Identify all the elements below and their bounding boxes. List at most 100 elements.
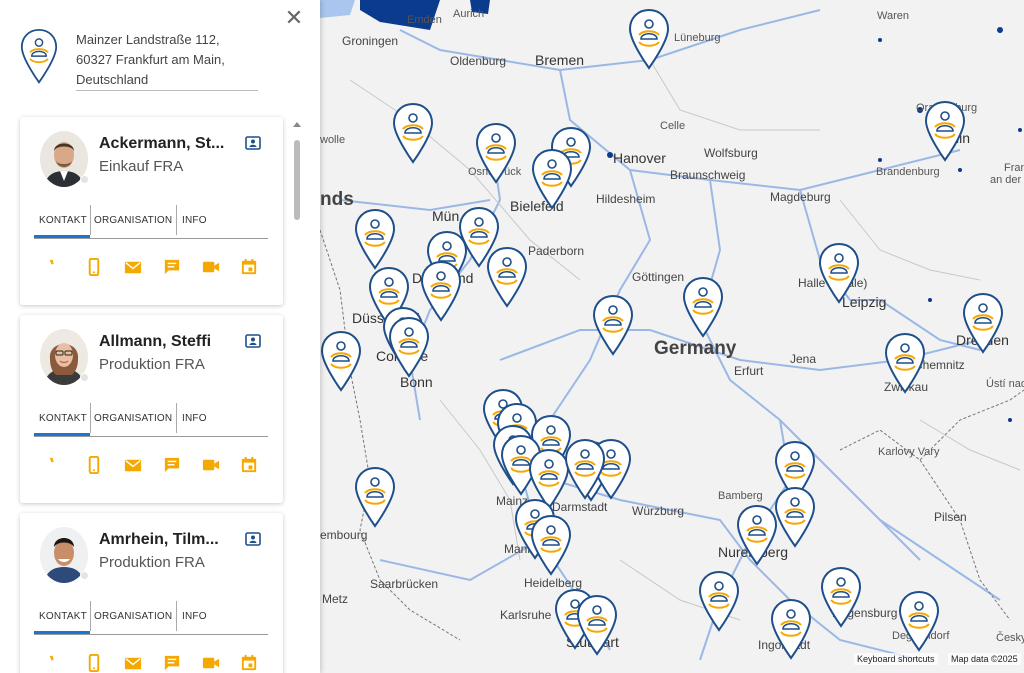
email-icon[interactable] [123,455,143,475]
location-marker-icon[interactable] [576,594,618,658]
map-label: embourg [320,528,368,542]
tab-info[interactable]: INFO [182,209,212,233]
location-marker-icon[interactable] [531,148,573,212]
location-marker-icon[interactable] [898,590,940,654]
map-label: Erfurt [734,364,764,378]
map-label: Bamberg [718,490,763,502]
location-marker-icon[interactable] [530,514,572,578]
close-icon[interactable]: ✕ [284,7,304,29]
address-line: Deutschland [76,72,149,87]
map-label: Paderborn [528,244,585,258]
map-label: Frank [1004,162,1024,174]
video-icon[interactable] [201,455,221,475]
location-marker-icon[interactable] [770,598,812,662]
contact-card-icon[interactable] [245,532,261,546]
tab-kontakt[interactable]: KONTAKT [39,605,91,629]
tab-info[interactable]: INFO [182,605,212,629]
contact-card-icon[interactable] [245,334,261,348]
tab-organisation[interactable]: ORGANISATION [94,407,176,431]
address-underline [76,90,258,91]
email-icon[interactable] [123,653,143,673]
chat-icon[interactable] [162,455,182,475]
contact-card[interactable]: Amrhein, Tilm... Produktion FRA KONTAKT … [20,513,283,673]
tab-kontakt[interactable]: KONTAKT [39,407,91,431]
contact-actions [20,653,283,673]
mobile-icon[interactable] [84,653,104,673]
location-marker-icon[interactable] [924,100,966,164]
map-label: Emden [407,14,442,26]
map-label: Germany [654,338,737,359]
calendar-icon[interactable] [239,257,259,277]
location-marker-icon[interactable] [592,294,634,358]
map-data-attribution[interactable]: Map data ©2025 [948,653,1021,665]
location-marker-icon[interactable] [320,330,362,394]
contact-card-icon[interactable] [245,136,261,150]
location-marker-icon[interactable] [736,504,778,568]
map-label: Magdeburg [770,190,831,204]
map-label: Hanover [613,150,666,166]
calendar-icon[interactable] [239,653,259,673]
contact-department: Produktion FRA [99,554,205,571]
location-marker-icon[interactable] [884,332,926,396]
tab-divider [176,601,177,631]
location-marker-icon[interactable] [820,566,862,630]
location-marker-icon[interactable] [354,208,396,272]
keyboard-shortcuts-link[interactable]: Keyboard shortcuts [854,653,938,665]
location-marker-icon[interactable] [420,260,462,324]
map-label: Brandenburg [876,166,940,178]
map-label: Aurich [453,8,485,20]
location-marker-icon[interactable] [388,316,430,380]
map-label: Pilsen [934,510,967,524]
contact-tabs: KONTAKT ORGANISATION INFO [34,599,268,635]
location-marker-icon[interactable] [475,122,517,186]
location-marker-icon[interactable] [682,276,724,340]
chat-icon[interactable] [162,653,182,673]
map-label: Würzburg [632,504,685,518]
tab-divider [90,205,91,235]
tab-organisation[interactable]: ORGANISATION [94,209,176,233]
scroll-up-arrow[interactable] [293,122,301,127]
location-marker-icon[interactable] [354,466,396,530]
location-marker-icon[interactable] [564,438,606,502]
location-marker-icon[interactable] [628,8,670,72]
contact-name: Allmann, Steffi [99,333,212,350]
calendar-icon[interactable] [239,455,259,475]
contact-card[interactable]: Ackermann, St... Einkauf FRA KONTAKT ORG… [20,117,283,305]
tab-kontakt[interactable]: KONTAKT [39,209,91,233]
map-label: Metz [322,592,349,606]
location-marker-icon[interactable] [962,292,1004,356]
scrollbar-thumb[interactable] [294,140,300,220]
map-canvas[interactable]: Emden Aurich Groningen Oldenburg Bremen … [320,0,1024,673]
email-icon[interactable] [123,257,143,277]
map-label: Celle [660,120,686,132]
phone-icon[interactable] [45,653,65,673]
video-icon[interactable] [201,257,221,277]
active-tab-indicator [34,631,90,634]
tab-divider [176,205,177,235]
map-label: Ústí nad Labem [986,378,1024,390]
map-label: Lüneburg [674,32,721,44]
contact-actions [20,455,283,485]
location-marker-icon[interactable] [818,242,860,306]
contact-tabs: KONTAKT ORGANISATION INFO [34,401,268,437]
location-marker-icon[interactable] [486,246,528,310]
contact-name: Ackermann, St... [99,135,225,152]
phone-icon[interactable] [45,257,65,277]
video-icon[interactable] [201,653,221,673]
tab-info[interactable]: INFO [182,407,212,431]
map-label: Wolfsburg [704,146,758,160]
location-marker-icon[interactable] [698,570,740,634]
tab-organisation[interactable]: ORGANISATION [94,605,176,629]
map-label: Göttingen [632,270,685,284]
chat-icon[interactable] [162,257,182,277]
phone-icon[interactable] [45,455,65,475]
location-marker-icon[interactable] [774,486,816,550]
map-label: Jena [790,352,817,366]
location-marker-icon[interactable] [392,102,434,166]
address-line: 60327 Frankfurt am Main, [76,52,225,67]
location-pin-icon [20,28,58,84]
mobile-icon[interactable] [84,257,104,277]
contact-department: Einkauf FRA [99,158,184,175]
contact-card[interactable]: Allmann, Steffi Produktion FRA KONTAKT O… [20,315,283,503]
mobile-icon[interactable] [84,455,104,475]
